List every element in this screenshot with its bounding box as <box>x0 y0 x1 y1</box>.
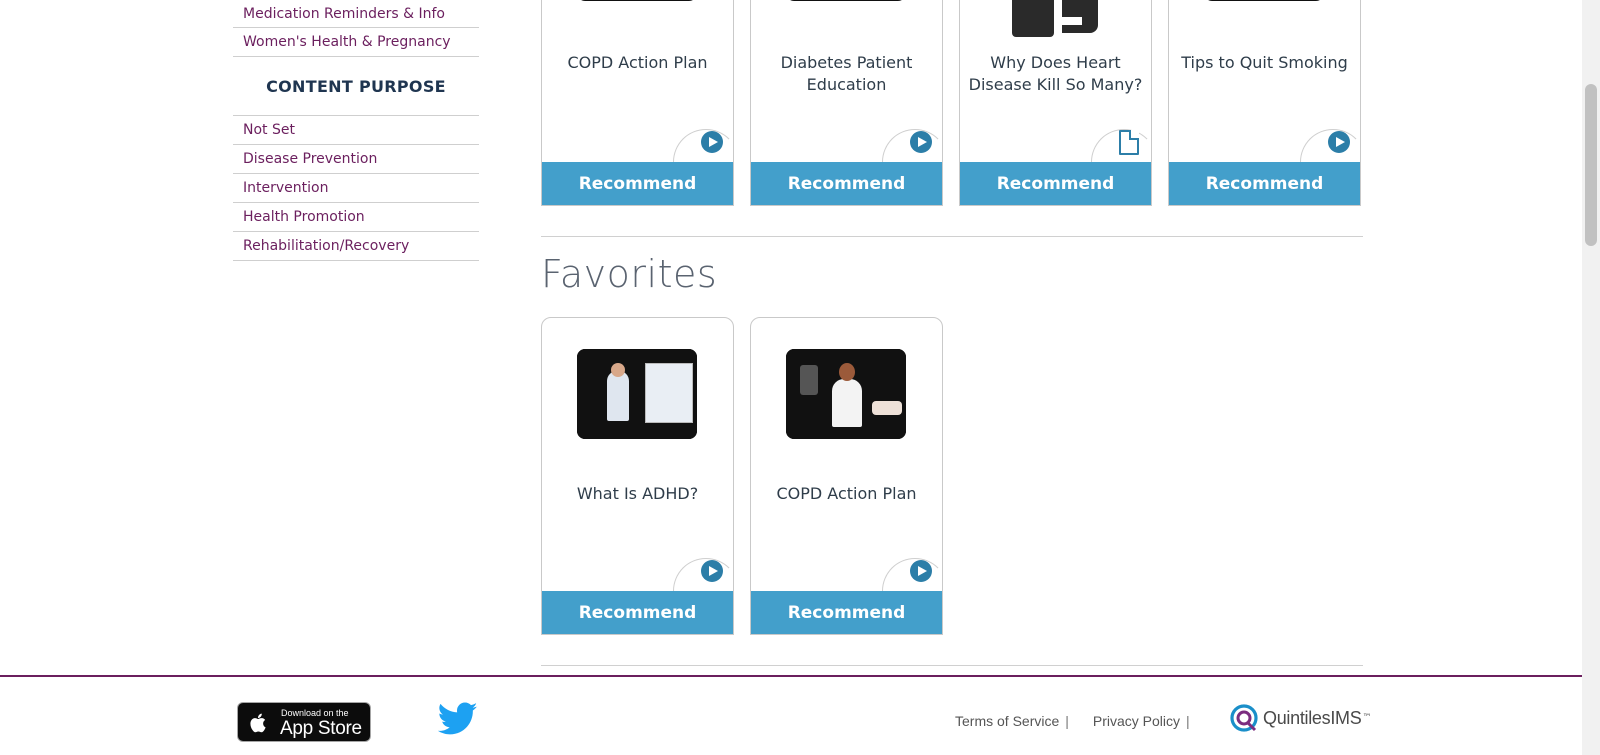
sidebar-item-label: Intervention <box>243 180 329 196</box>
video-thumbnail[interactable] <box>577 349 697 439</box>
footer-divider <box>0 675 1582 677</box>
thumbnail-image <box>786 349 906 439</box>
twitter-icon[interactable] <box>438 702 478 736</box>
app-store-caption: Download on the <box>281 708 349 718</box>
wall-equipment <box>800 365 818 395</box>
content-card[interactable]: Diabetes Patient Education Recommend <box>750 0 943 206</box>
card-title: Diabetes Patient Education <box>780 53 913 94</box>
section-divider <box>541 665 1363 666</box>
favorite-card[interactable]: What Is ADHD? Recommend <box>541 317 734 635</box>
sidebar-item-disease-prevention[interactable]: Disease Prevention <box>233 145 479 174</box>
play-icon[interactable] <box>910 560 932 582</box>
sidebar: Medication Reminders & Info Women's Heal… <box>233 0 479 261</box>
recommend-button[interactable]: Recommend <box>960 162 1151 205</box>
sidebar-item-medication-reminders[interactable]: Medication Reminders & Info <box>233 0 479 28</box>
app-store-badge[interactable]: Download on the App Store <box>237 702 371 742</box>
recommend-button[interactable]: Recommend <box>1169 162 1360 205</box>
video-thumbnail[interactable] <box>1204 0 1324 1</box>
sidebar-item-label: Health Promotion <box>243 209 365 225</box>
letterbox-bar <box>577 427 697 439</box>
link-separator: | <box>1065 713 1069 729</box>
sidebar-item-intervention[interactable]: Intervention <box>233 174 479 203</box>
recommend-button[interactable]: Recommend <box>751 162 942 205</box>
doctor-coat <box>832 379 862 427</box>
scrollbar-thumb[interactable] <box>1585 84 1597 246</box>
sidebar-item-womens-health[interactable]: Women's Health & Pregnancy <box>233 28 479 57</box>
infographic-icon <box>1012 0 1098 37</box>
sidebar-item-label: Not Set <box>243 122 295 138</box>
sidebar-item-not-set[interactable]: Not Set <box>233 116 479 145</box>
card-title: What Is ADHD? <box>576 484 699 503</box>
letterbox-bar <box>577 349 697 361</box>
sidebar-item-label: Medication Reminders & Info <box>243 5 445 22</box>
whiteboard <box>645 363 693 423</box>
content-purpose-heading: CONTENT PURPOSE <box>266 76 446 96</box>
footer-links: Terms of Service | Privacy Policy | <box>955 713 1208 729</box>
section-divider <box>541 236 1363 237</box>
presenter-figure <box>607 371 629 421</box>
recommend-button[interactable]: Recommend <box>751 591 942 634</box>
card-title: Tips to Quit Smoking <box>1181 53 1348 72</box>
sidebar-item-health-promotion[interactable]: Health Promotion <box>233 203 479 232</box>
content-card[interactable]: Tips to Quit Smoking Recommend <box>1168 0 1361 206</box>
brand-logo[interactable]: QuintilesIMS ™ <box>1229 703 1371 733</box>
thumbnail-image <box>577 349 697 439</box>
play-icon[interactable] <box>1328 131 1350 153</box>
play-icon[interactable] <box>701 131 723 153</box>
sidebar-item-rehabilitation-recovery[interactable]: Rehabilitation/Recovery <box>233 232 479 261</box>
topic-list: Medication Reminders & Info Women's Heal… <box>233 0 479 57</box>
play-icon[interactable] <box>910 131 932 153</box>
letterbox-bar <box>786 427 906 439</box>
document-icon[interactable] <box>1119 130 1139 155</box>
apple-icon <box>250 713 266 733</box>
video-thumbnail[interactable] <box>786 349 906 439</box>
trademark-mark: ™ <box>1362 713 1372 723</box>
privacy-policy-link[interactable]: Privacy Policy <box>1093 713 1180 729</box>
link-separator: | <box>1186 713 1190 729</box>
recommend-button[interactable]: Recommend <box>542 162 733 205</box>
sidebar-item-label: Women's Health & Pregnancy <box>243 34 451 50</box>
quintiles-logo-icon <box>1230 704 1258 732</box>
sidebar-item-label: Disease Prevention <box>243 151 378 167</box>
content-card[interactable]: COPD Action Plan Recommend <box>541 0 734 206</box>
terms-of-service-link[interactable]: Terms of Service <box>955 713 1059 729</box>
card-title: Why Does Heart Disease Kill So Many? <box>968 53 1143 94</box>
video-thumbnail[interactable] <box>786 0 906 1</box>
presenter-head <box>611 363 625 377</box>
content-purpose-list: Not Set Disease Prevention Intervention … <box>233 115 479 261</box>
favorite-card[interactable]: COPD Action Plan Recommend <box>750 317 943 635</box>
recommend-button[interactable]: Recommend <box>542 591 733 634</box>
vertical-scrollbar[interactable] <box>1582 0 1600 755</box>
content-card[interactable]: Why Does Heart Disease Kill So Many? Rec… <box>959 0 1152 206</box>
exam-table <box>872 401 902 415</box>
app-store-label: App Store <box>280 718 362 739</box>
letterbox-bar <box>786 349 906 361</box>
card-title: COPD Action Plan <box>776 484 917 503</box>
play-icon[interactable] <box>701 560 723 582</box>
video-thumbnail[interactable] <box>577 0 697 1</box>
sidebar-item-label: Rehabilitation/Recovery <box>243 238 410 254</box>
doctor-head <box>839 363 855 381</box>
favorites-heading: Favorites <box>541 252 718 296</box>
card-title: COPD Action Plan <box>567 53 708 72</box>
brand-name: QuintilesIMS <box>1263 707 1362 728</box>
